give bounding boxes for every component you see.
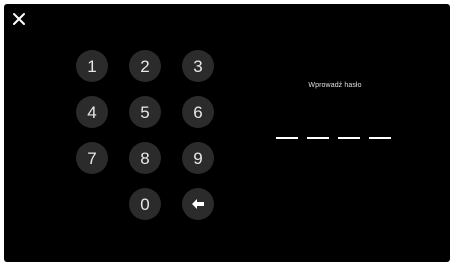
key-2[interactable]: 2 <box>129 50 161 82</box>
key-4[interactable]: 4 <box>76 96 108 128</box>
pin-slot-4 <box>369 137 391 139</box>
key-0[interactable]: 0 <box>129 188 161 220</box>
key-6[interactable]: 6 <box>182 96 214 128</box>
key-5[interactable]: 5 <box>129 96 161 128</box>
close-button[interactable] <box>12 12 26 26</box>
password-prompt: Wprowadź hasło <box>308 82 362 89</box>
key-3[interactable]: 3 <box>182 50 214 82</box>
pin-slot-3 <box>338 137 360 139</box>
key-8[interactable]: 8 <box>129 142 161 174</box>
pin-slot-2 <box>307 137 329 139</box>
pin-slot-1 <box>276 137 298 139</box>
key-9[interactable]: 9 <box>182 142 214 174</box>
key-1[interactable]: 1 <box>76 50 108 82</box>
backspace-arrow-icon <box>191 198 205 210</box>
backspace-button[interactable] <box>182 188 214 220</box>
numeric-keypad: 1 2 3 4 5 6 7 8 9 0 <box>70 48 220 236</box>
password-dialog: 1 2 3 4 5 6 7 8 9 0 Wprowadź hasło <box>4 4 450 262</box>
close-icon <box>12 12 26 26</box>
pin-entry-field <box>276 137 392 141</box>
key-7[interactable]: 7 <box>76 142 108 174</box>
